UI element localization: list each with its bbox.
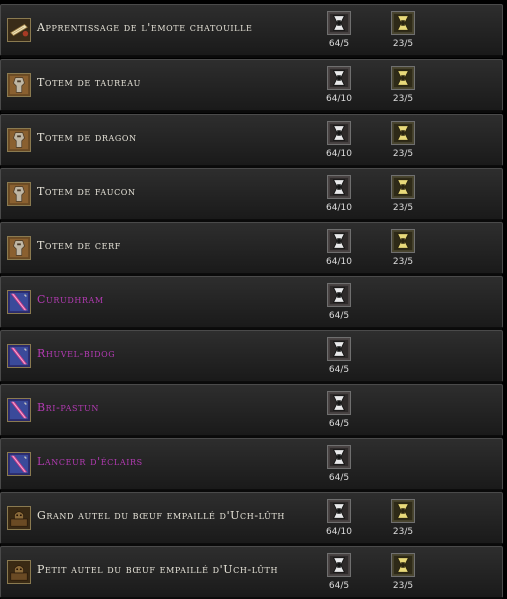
silver-hourglass-token-icon <box>327 499 351 523</box>
cost-label: 64/10 <box>326 149 352 159</box>
altar-icon <box>7 560 31 584</box>
list-item[interactable]: Petit autel du bœuf empaillé d'Uch-lûth 6… <box>0 546 503 599</box>
totem-icon <box>7 236 31 260</box>
gold-hourglass-token-icon <box>391 499 415 523</box>
cost-label: 64/5 <box>328 473 350 483</box>
silver-hourglass-token-icon <box>327 445 351 469</box>
cost-a: 64/10 <box>319 121 359 165</box>
list-item[interactable]: Lanceur d'éclairs 64/5 <box>0 438 503 492</box>
cost-b: 23/5 <box>383 553 423 597</box>
item-name: Totem de dragon <box>37 131 137 144</box>
gold-hourglass-token-icon <box>391 553 415 577</box>
list-item[interactable]: Totem de cerf 64/10 23/5 <box>0 222 503 276</box>
weapon-icon <box>7 290 31 314</box>
totem-icon <box>7 182 31 206</box>
vendor-item-list: Apprentissage de l'emote chatouille 64/5 2… <box>0 0 507 599</box>
gold-hourglass-token-icon <box>391 66 415 90</box>
cost-label: 23/5 <box>392 94 414 104</box>
list-item[interactable]: Bri-pastun 64/5 <box>0 384 503 438</box>
gold-hourglass-token-icon <box>391 121 415 145</box>
cost-label: 23/5 <box>392 149 414 159</box>
cost-b: 23/5 <box>383 66 423 110</box>
item-name: Petit autel du bœuf empaillé d'Uch-lûth <box>37 563 279 576</box>
gold-hourglass-token-icon <box>391 11 415 35</box>
silver-hourglass-token-icon <box>327 337 351 361</box>
weapon-icon <box>7 398 31 422</box>
cost-label: 23/5 <box>392 581 414 591</box>
item-name: Apprentissage de l'emote chatouille <box>37 21 253 34</box>
silver-hourglass-token-icon <box>327 283 351 307</box>
list-item[interactable]: Rhuvel-bidog 64/5 <box>0 330 503 384</box>
cost-label: 64/5 <box>328 419 350 429</box>
cost-label: 64/5 <box>328 581 350 591</box>
cost-a: 64/10 <box>319 66 359 110</box>
list-item[interactable]: Totem de taureau 64/10 23/5 <box>0 59 503 113</box>
silver-hourglass-token-icon <box>327 175 351 199</box>
totem-icon <box>7 128 31 152</box>
cost-label: 64/10 <box>326 527 352 537</box>
cost-a: 64/5 <box>319 445 359 489</box>
cost-a: 64/10 <box>319 175 359 219</box>
cost-label: 23/5 <box>392 203 414 213</box>
silver-hourglass-token-icon <box>327 11 351 35</box>
list-item[interactable]: Totem de dragon 64/10 23/5 <box>0 114 503 168</box>
item-name: Curudhram <box>37 293 104 306</box>
altar-icon <box>7 506 31 530</box>
silver-hourglass-token-icon <box>327 229 351 253</box>
cost-label: 64/10 <box>326 257 352 267</box>
item-name: Grand autel du bœuf empaillé d'Uch-lûth <box>37 509 286 522</box>
item-name: Rhuvel-bidog <box>37 347 116 360</box>
weapon-icon <box>7 452 31 476</box>
item-name: Totem de cerf <box>37 239 121 252</box>
cost-label: 64/10 <box>326 94 352 104</box>
cost-label: 23/5 <box>392 39 414 49</box>
item-name: Totem de faucon <box>37 185 136 198</box>
cost-label: 64/10 <box>326 203 352 213</box>
cost-b: 23/5 <box>383 229 423 273</box>
list-item[interactable]: Totem de faucon 64/10 23/5 <box>0 168 503 222</box>
cost-label: 23/5 <box>392 257 414 267</box>
silver-hourglass-token-icon <box>327 121 351 145</box>
totem-icon <box>7 73 31 97</box>
silver-hourglass-token-icon <box>327 66 351 90</box>
cost-a: 64/5 <box>319 337 359 381</box>
gold-hourglass-token-icon <box>391 229 415 253</box>
cost-label: 64/5 <box>328 39 350 49</box>
cost-a: 64/5 <box>319 391 359 435</box>
cost-b: 23/5 <box>383 499 423 543</box>
item-name: Lanceur d'éclairs <box>37 455 143 468</box>
list-item[interactable]: Curudhram 64/5 <box>0 276 503 330</box>
item-name: Bri-pastun <box>37 401 99 414</box>
list-item[interactable]: Apprentissage de l'emote chatouille 64/5 2… <box>0 4 503 58</box>
scroll-icon <box>7 18 31 42</box>
cost-a: 64/10 <box>319 229 359 273</box>
cost-a: 64/5 <box>319 11 359 55</box>
gold-hourglass-token-icon <box>391 175 415 199</box>
cost-a: 64/10 <box>319 499 359 543</box>
cost-b: 23/5 <box>383 175 423 219</box>
cost-b: 23/5 <box>383 11 423 55</box>
cost-label: 64/5 <box>328 311 350 321</box>
weapon-icon <box>7 344 31 368</box>
item-name: Totem de taureau <box>37 76 141 89</box>
cost-label: 64/5 <box>328 365 350 375</box>
cost-label: 23/5 <box>392 527 414 537</box>
cost-a: 64/5 <box>319 283 359 327</box>
silver-hourglass-token-icon <box>327 553 351 577</box>
list-item[interactable]: Grand autel du bœuf empaillé d'Uch-lûth 6… <box>0 492 503 546</box>
cost-a: 64/5 <box>319 553 359 597</box>
cost-b: 23/5 <box>383 121 423 165</box>
silver-hourglass-token-icon <box>327 391 351 415</box>
